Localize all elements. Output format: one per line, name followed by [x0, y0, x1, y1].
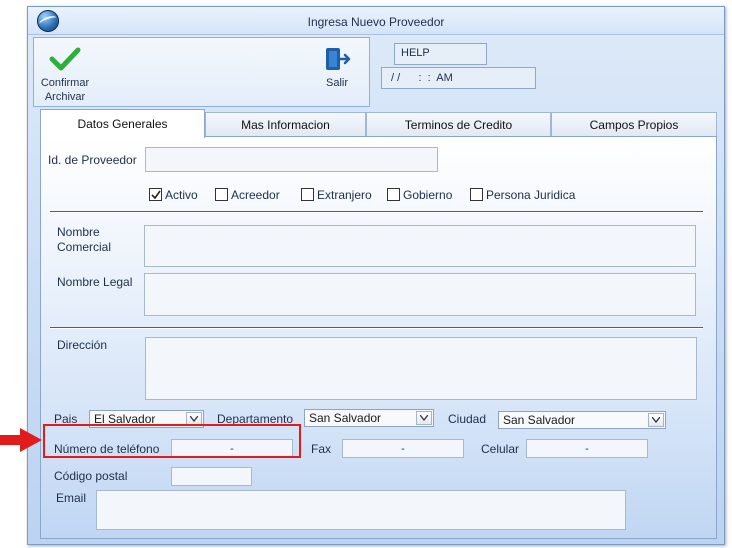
red-arrow-icon — [0, 428, 42, 452]
datos-generales-panel: Id. de Proveedor Activo Acreedor Extranj… — [40, 136, 717, 539]
highlight-annotation-box — [43, 424, 301, 458]
nombre-legal-label: Nombre Legal — [57, 275, 133, 289]
checkbox-box — [149, 188, 162, 201]
window-title: Ingresa Nuevo Proveedor — [307, 15, 445, 29]
exit-label: Salir — [325, 77, 348, 89]
checkbox-box — [387, 188, 400, 201]
ciudad-select[interactable]: San Salvador — [498, 411, 666, 429]
title-bar: Ingresa Nuevo Proveedor — [28, 7, 724, 35]
checkbox-label: Extranjero — [317, 188, 372, 202]
fax-label: Fax — [311, 442, 332, 456]
nombre-comercial-label: Nombre Comercial — [57, 225, 112, 254]
tab-datos-generales[interactable]: Datos Generales — [40, 109, 205, 138]
section-divider — [50, 327, 703, 329]
tab-terminos-credito[interactable]: Terminos de Credito — [366, 112, 551, 136]
departamento-value: San Salvador — [309, 411, 382, 425]
checkbox-label: Persona Juridica — [486, 188, 576, 202]
checkmark-icon — [151, 190, 161, 200]
tab-mas-informacion[interactable]: Mas Informacion — [205, 112, 366, 136]
exit-button[interactable]: Salir — [307, 42, 367, 104]
tab-campos-propios[interactable]: Campos Propios — [551, 112, 717, 136]
codigo-postal-input[interactable] — [171, 467, 252, 486]
tab-bar: Datos Generales Mas Informacion Terminos… — [40, 109, 718, 138]
nombre-legal-input[interactable] — [144, 273, 696, 316]
email-label: Email — [56, 491, 87, 505]
nombre-comercial-input[interactable] — [144, 225, 696, 267]
ciudad-label: Ciudad — [448, 412, 487, 426]
confirm-label: Confirmar Archivar — [40, 77, 90, 103]
help-status: HELP — [394, 43, 487, 65]
confirm-save-button[interactable]: Confirmar Archivar — [35, 42, 95, 104]
checkbox-box — [470, 188, 483, 201]
codigo-postal-label: Código postal — [54, 469, 128, 483]
provider-window: Ingresa Nuevo Proveedor Confirmar Archiv… — [27, 6, 725, 545]
tab-label: Campos Propios — [589, 118, 679, 132]
direccion-label: Dirección — [57, 338, 108, 352]
checkbox-box — [301, 188, 314, 201]
email-input[interactable] — [96, 490, 626, 530]
departamento-select[interactable]: San Salvador — [304, 409, 434, 427]
checkbox-label: Acreedor — [231, 188, 280, 202]
tab-label: Terminos de Credito — [404, 118, 513, 132]
ciudad-value: San Salvador — [503, 413, 576, 427]
checkbox-label: Gobierno — [403, 188, 453, 202]
checkbox-label: Activo — [165, 188, 198, 202]
fax-input[interactable]: - — [342, 439, 464, 458]
exit-door-icon — [326, 48, 351, 70]
celular-input[interactable]: - — [526, 439, 648, 458]
checkmark-icon — [49, 47, 81, 71]
tab-label: Mas Informacion — [241, 118, 330, 132]
id-proveedor-input[interactable] — [145, 147, 438, 172]
tab-label: Datos Generales — [77, 117, 168, 131]
checkbox-box — [215, 188, 228, 201]
section-divider — [50, 211, 703, 213]
id-proveedor-label: Id. de Proveedor — [48, 153, 137, 167]
direccion-input[interactable] — [145, 337, 697, 400]
chevron-down-icon — [648, 413, 664, 427]
celular-label: Celular — [481, 442, 520, 456]
action-toolbar: Confirmar Archivar Salir — [33, 37, 370, 107]
datetime-status: / / : : AM — [381, 67, 536, 89]
chevron-down-icon — [416, 411, 432, 425]
